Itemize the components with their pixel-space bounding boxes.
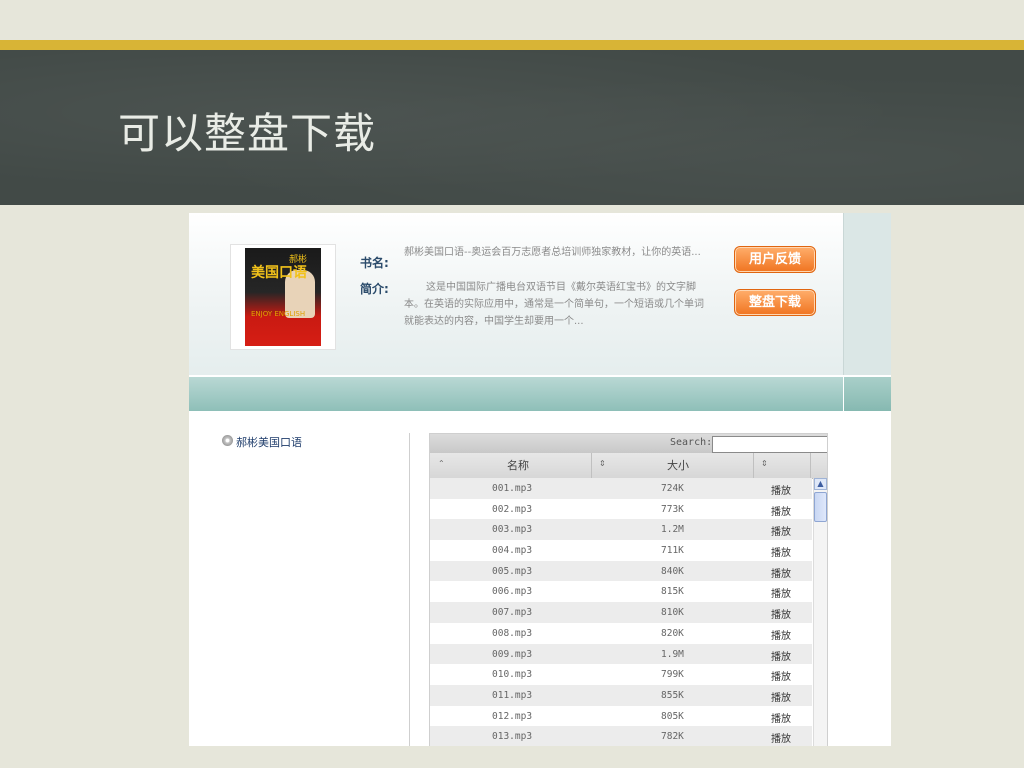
file-name-cell: 006.mp3 [492, 586, 533, 598]
feedback-button[interactable]: 用户反馈 [734, 246, 816, 273]
play-link[interactable]: 播放 [771, 523, 791, 538]
book-intro-label: 简介: [360, 282, 389, 296]
book-name-text: 郝彬美国口语--奥运会百万志愿者总培训师独家教材，让你的英语... [404, 247, 701, 258]
play-link[interactable]: 播放 [771, 648, 791, 663]
play-link[interactable]: 播放 [771, 482, 791, 497]
table-row[interactable]: 010.mp3 799K 播放 [430, 664, 812, 685]
book-cover-image: 美国口语 郝彬 ENJOY ENGLISH [245, 248, 321, 346]
file-size-cell: 820K [661, 627, 684, 639]
file-size-cell: 805K [661, 710, 684, 722]
column-play-header[interactable]: ⇕ [753, 453, 811, 478]
file-size-cell: 815K [661, 586, 684, 598]
table-row[interactable]: 009.mp3 1.9M 播放 [430, 643, 812, 665]
download-all-button[interactable]: 整盘下载 [734, 289, 816, 316]
play-link[interactable]: 播放 [771, 627, 791, 642]
file-name-cell: 008.mp3 [492, 627, 533, 639]
book-cover-frame: 美国口语 郝彬 ENJOY ENGLISH [230, 244, 336, 350]
grid-header: ⌃ 名称 ⇕ 大小 ⇕ [430, 453, 827, 479]
file-name-cell: 009.mp3 [492, 648, 533, 660]
play-link[interactable]: 播放 [771, 668, 791, 683]
play-link[interactable]: 播放 [771, 710, 791, 725]
column-name-label: 名称 [507, 459, 529, 472]
table-row[interactable]: 003.mp3 1.2M 播放 [430, 519, 812, 541]
table-row[interactable]: 004.mp3 711K 播放 [430, 540, 812, 561]
search-bar: Search: [430, 434, 827, 453]
scroll-up-icon[interactable]: ▲ [814, 478, 827, 490]
file-size-cell: 724K [661, 483, 684, 494]
file-name-cell: 004.mp3 [492, 545, 533, 557]
slide-title: 可以整盘下载 [118, 109, 377, 158]
column-size-header[interactable]: ⇕ 大小 [591, 453, 754, 478]
column-size-label: 大小 [667, 459, 689, 472]
file-name-cell: 001.mp3 [492, 483, 533, 494]
tree-root-item[interactable]: 郝彬美国口语 [236, 434, 302, 450]
file-size-cell: 1.2M [661, 524, 684, 536]
file-name-cell: 013.mp3 [492, 731, 533, 743]
sort-up-icon: ⌃ [438, 459, 445, 468]
table-row[interactable]: 008.mp3 820K 播放 [430, 622, 812, 644]
play-link[interactable]: 播放 [771, 503, 791, 518]
screenshot-panel: 美国口语 郝彬 ENJOY ENGLISH 书名: 郝彬美国口语--奥运会百万志… [189, 213, 891, 746]
grid-rows: 001.mp3 724K 播放 002.mp3 773K 播放 003.mp3 1.2M 播放 0… [430, 478, 812, 746]
file-size-cell: 711K [661, 545, 684, 557]
book-intro-text: 这是中国国际广播电台双语节目《戴尔英语红宝书》的文字脚本。在英语的实际应用中，通… [404, 282, 704, 327]
toolbar-band [189, 377, 843, 411]
file-grid: Search: ⌃ 名称 ⇕ 大小 ⇕ 001.mp3 724K 播放 002.mp3… [429, 433, 828, 746]
table-row[interactable]: 001.mp3 724K 播放 [430, 478, 812, 499]
slide-top-band [0, 0, 1024, 40]
sort-both-icon: ⇕ [761, 459, 768, 468]
play-link[interactable]: 播放 [771, 585, 791, 600]
slide-accent-bar [0, 40, 1024, 50]
file-size-cell: 782K [661, 731, 684, 743]
file-name-cell: 010.mp3 [492, 669, 533, 681]
file-size-cell: 799K [661, 669, 684, 681]
file-size-cell: 773K [661, 503, 684, 515]
play-link[interactable]: 播放 [771, 544, 791, 559]
book-name-label: 书名: [360, 256, 389, 270]
pane-divider [409, 433, 410, 746]
file-size-cell: 1.9M [661, 648, 684, 660]
file-size-cell: 810K [661, 607, 684, 619]
table-row[interactable]: 007.mp3 810K 播放 [430, 602, 812, 623]
table-row[interactable]: 012.mp3 805K 播放 [430, 705, 812, 727]
cover-title: 美国口语 [251, 265, 307, 281]
table-row[interactable]: 013.mp3 782K 播放 [430, 726, 812, 746]
file-size-cell: 840K [661, 565, 684, 577]
toolbar-band-right [844, 377, 891, 411]
file-name-cell: 012.mp3 [492, 710, 533, 722]
table-row[interactable]: 006.mp3 815K 播放 [430, 581, 812, 603]
play-link[interactable]: 播放 [771, 565, 791, 580]
scroll-thumb[interactable] [814, 492, 827, 522]
disc-icon [222, 435, 233, 446]
right-strip [843, 213, 891, 375]
sort-both-icon: ⇕ [599, 459, 606, 468]
vertical-scrollbar[interactable]: ▲ [813, 478, 827, 746]
play-link[interactable]: 播放 [771, 606, 791, 621]
table-row[interactable]: 005.mp3 840K 播放 [430, 560, 812, 582]
search-input[interactable] [712, 436, 827, 453]
file-name-cell: 011.mp3 [492, 689, 533, 701]
file-name-cell: 002.mp3 [492, 503, 533, 515]
search-label: Search: [670, 437, 713, 448]
file-name-cell: 005.mp3 [492, 565, 533, 577]
column-name-header[interactable]: ⌃ 名称 [430, 453, 592, 478]
table-row[interactable]: 011.mp3 855K 播放 [430, 684, 812, 706]
play-link[interactable]: 播放 [771, 730, 791, 745]
file-size-cell: 855K [661, 689, 684, 701]
cover-author: 郝彬 [289, 255, 308, 265]
play-link[interactable]: 播放 [771, 689, 791, 704]
file-name-cell: 007.mp3 [492, 607, 533, 619]
cover-subtitle: ENJOY ENGLISH [251, 310, 306, 318]
file-name-cell: 003.mp3 [492, 524, 533, 536]
table-row[interactable]: 002.mp3 773K 播放 [430, 498, 812, 520]
